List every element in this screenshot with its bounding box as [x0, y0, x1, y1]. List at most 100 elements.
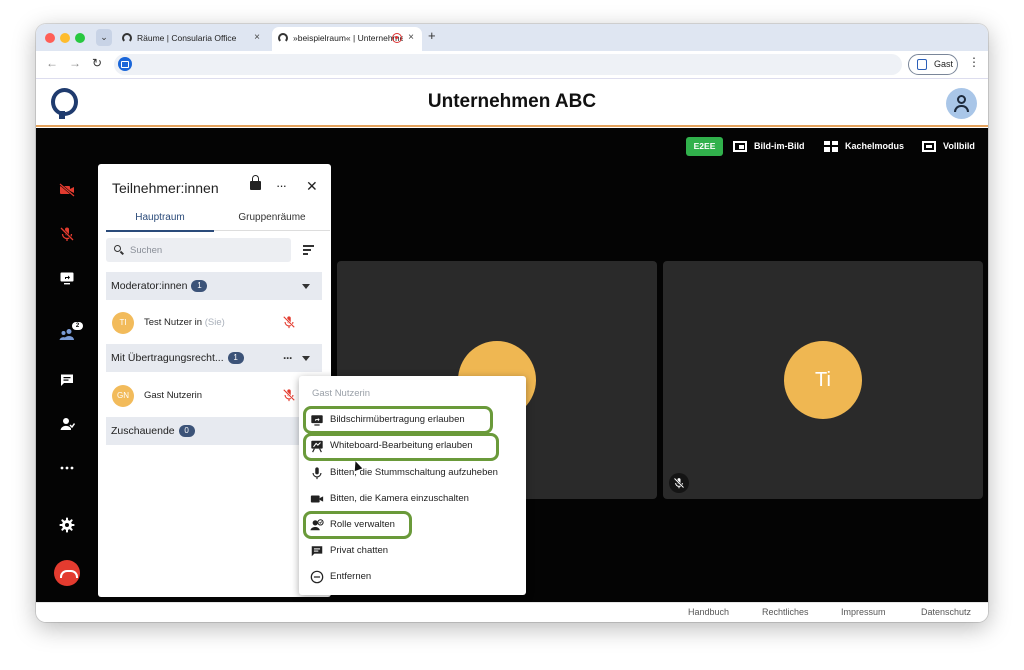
window-minimize-button[interactable] [60, 33, 70, 43]
footer-link-imprint[interactable]: Impressum [841, 607, 886, 617]
recording-indicator-icon [392, 33, 402, 43]
sort-list-button[interactable] [303, 244, 317, 256]
camera-icon [310, 495, 324, 503]
picture-in-picture-icon [733, 141, 747, 152]
highlight-ring [303, 406, 493, 434]
participants-count-badge: 2 [72, 322, 83, 330]
tab-close-icon[interactable]: × [408, 27, 414, 49]
user-icon [957, 95, 966, 104]
chevron-down-icon[interactable] [302, 356, 310, 361]
menu-item-remove[interactable]: Entfernen [310, 566, 522, 588]
footer-link-privacy[interactable]: Datenschutz [921, 607, 971, 617]
microphone-off-icon [282, 315, 296, 329]
gear-icon [59, 517, 75, 533]
self-marker: (Sie) [204, 317, 225, 328]
e2ee-badge[interactable]: E2EE [686, 137, 723, 156]
screen-share-button[interactable] [57, 268, 77, 288]
avatar: TI [112, 312, 134, 334]
microphone-off-icon [60, 227, 74, 241]
participant-context-menu: Gast Nutzerin Bildschirmübertragung erla… [299, 376, 526, 595]
search-input[interactable] [130, 241, 280, 259]
highlight-ring [303, 433, 499, 461]
browser-tab-rooms[interactable]: Räume | Consularia Office × [116, 27, 268, 51]
highlight-ring [303, 511, 412, 539]
tile-grid-icon [824, 141, 838, 152]
menu-header: Gast Nutzerin [312, 388, 371, 399]
group-label: Mit Übertragungsrecht... [111, 352, 224, 364]
conference-stage: E2EE Bild-im-Bild Kachelmodus Vollbild 2 [36, 128, 988, 602]
chevron-down-icon[interactable] [302, 284, 310, 289]
microphone-off-icon [282, 388, 296, 402]
browser-toolbar: ← → ↻ Gast ⋮ [36, 51, 988, 79]
tab-breakout-rooms[interactable]: Gruppenräume [214, 212, 330, 231]
back-arrow-icon[interactable]: ← [46, 56, 58, 70]
participant-avatar: Ti [784, 341, 862, 419]
panel-title: Teilnehmer:innen [112, 180, 219, 196]
camera-permission-icon[interactable] [118, 57, 132, 71]
profile-label: Gast [934, 59, 954, 69]
raise-hand-user-icon [60, 418, 75, 430]
forward-arrow-icon[interactable]: → [69, 56, 81, 70]
group-more-button[interactable]: ··· [283, 344, 293, 372]
camera-off-button[interactable] [57, 180, 77, 200]
chat-icon [311, 546, 323, 557]
new-tab-button[interactable]: + [428, 28, 436, 43]
count-badge: 1 [191, 280, 208, 293]
browser-tabstrip: ⌄ Räume | Consularia Office × »beispielr… [36, 24, 988, 51]
site-favicon-icon [278, 33, 288, 43]
reload-icon[interactable]: ↻ [92, 56, 102, 70]
browser-menu-icon[interactable]: ⋮ [968, 55, 980, 69]
profile-button[interactable]: Gast [908, 54, 958, 75]
panel-more-button[interactable]: ··· [276, 178, 287, 193]
footer-link-legal[interactable]: Rechtliches [762, 607, 809, 617]
hangup-button[interactable] [54, 560, 80, 586]
lock-icon[interactable] [250, 175, 261, 190]
avatar: GN [112, 385, 134, 407]
app-header: Unternehmen ABC [36, 80, 988, 127]
site-favicon-icon [122, 33, 132, 43]
tab-title: »beispielraum« | Unternehmen ABC [293, 33, 403, 43]
microphone-off-icon [673, 477, 685, 489]
panel-close-button[interactable]: ✕ [306, 178, 318, 195]
participant-search[interactable] [106, 238, 291, 262]
group-label: Moderator:innen [111, 280, 188, 292]
participant-name: Test Nutzer in [144, 317, 203, 328]
microphone-off-button[interactable] [57, 224, 77, 244]
chat-icon [61, 374, 73, 386]
microphone-icon [312, 467, 322, 480]
menu-item-private-chat[interactable]: Privat chatten [310, 540, 522, 562]
participants-panel: Teilnehmer:innen ··· ✕ Hauptraum Gruppen… [98, 164, 331, 597]
address-bar[interactable] [114, 54, 902, 75]
group-viewers[interactable]: Zuschauende 0 [106, 417, 322, 445]
participant-row[interactable]: GN Gast Nutzerin [112, 383, 324, 409]
tab-close-icon[interactable]: × [254, 27, 260, 49]
more-options-button[interactable] [57, 458, 77, 478]
user-avatar-button[interactable] [946, 88, 977, 119]
page-title: Unternehmen ABC [427, 91, 597, 112]
tab-search-button[interactable]: ⌄ [96, 29, 112, 46]
participant-row[interactable]: TI Test Nutzer in (Sie) [112, 310, 324, 336]
footer-link-handbook[interactable]: Handbuch [688, 607, 729, 617]
browser-tab-active[interactable]: »beispielraum« | Unternehmen ABC × [272, 27, 422, 51]
more-horizontal-icon [60, 466, 74, 470]
group-label: Zuschauende [111, 425, 175, 437]
menu-item-ask-camera[interactable]: Bitten, die Kamera einzuschalten [310, 488, 522, 510]
remove-icon [310, 570, 324, 584]
settings-button[interactable] [57, 515, 77, 535]
video-tile[interactable]: Ti [663, 261, 983, 499]
window-close-button[interactable] [45, 33, 55, 43]
participant-name: Gast Nutzerin [144, 390, 203, 401]
chat-button[interactable] [57, 370, 77, 390]
menu-item-ask-unmute[interactable]: Bitten, die Stummschaltung aufzuheben [310, 462, 522, 484]
profile-icon [917, 59, 927, 70]
window-maximize-button[interactable] [75, 33, 85, 43]
tab-main-room[interactable]: Hauptraum [106, 212, 214, 232]
breakout-rooms-button[interactable] [57, 414, 77, 434]
group-moderators[interactable]: Moderator:innen 1 [106, 272, 322, 300]
search-icon [114, 245, 121, 252]
count-badge: 0 [178, 425, 195, 438]
fullscreen-icon [922, 141, 936, 152]
group-presenters[interactable]: Mit Übertragungsrecht... 1 ··· [106, 344, 322, 372]
app-footer: Handbuch Rechtliches Impressum Datenschu… [36, 602, 988, 622]
count-badge: 1 [227, 352, 244, 365]
